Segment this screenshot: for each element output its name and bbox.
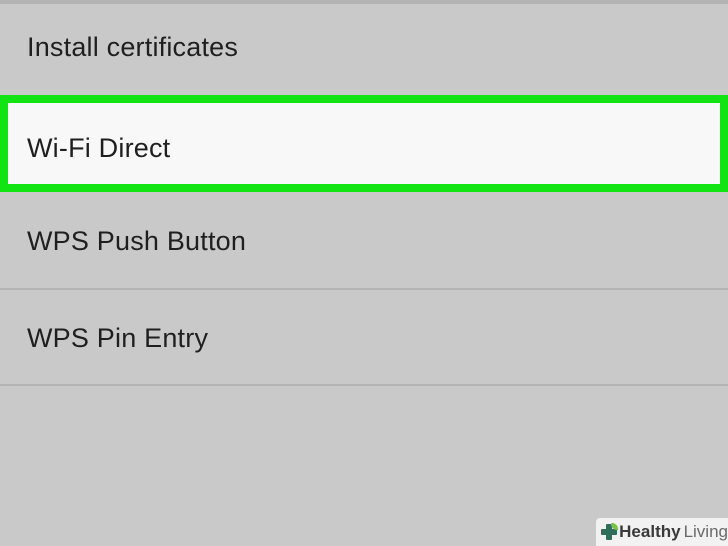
list-item-install-certificates[interactable]: Install certificates (0, 0, 728, 95)
watermark-brand-light: Living (683, 522, 728, 541)
list-item-wps-pin-entry[interactable]: WPS Pin Entry (0, 290, 728, 385)
healthy-living-watermark: Healthy Living (596, 518, 728, 546)
list-item-label: WPS Pin Entry (27, 323, 209, 353)
list-item-label: Wi-Fi Direct (27, 133, 171, 163)
watermark-brand-strong: Healthy (619, 522, 681, 541)
list-item-label: WPS Push Button (27, 226, 247, 256)
list-item-label: Install certificates (27, 32, 239, 62)
list-divider (0, 384, 728, 386)
healthy-living-cross-icon (600, 523, 618, 541)
list-item-wps-push-button[interactable]: WPS Push Button (0, 192, 728, 289)
list-item-wifi-direct[interactable]: Wi-Fi Direct (0, 95, 728, 192)
